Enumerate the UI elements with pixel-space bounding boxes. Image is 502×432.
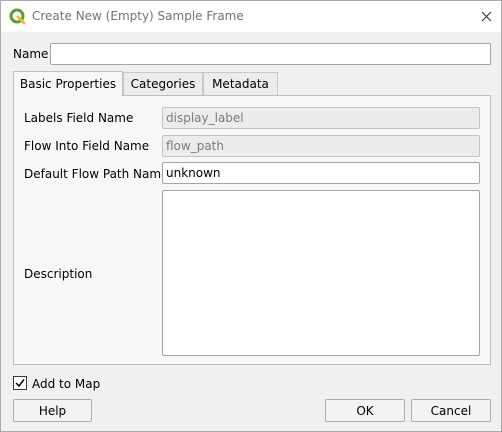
tab-metadata[interactable]: Metadata xyxy=(203,72,278,95)
qgis-logo-icon xyxy=(9,8,26,25)
tab-categories[interactable]: Categories xyxy=(123,72,203,95)
cancel-button-label: Cancel xyxy=(430,403,472,418)
help-button[interactable]: Help xyxy=(13,399,92,422)
ok-button[interactable]: OK xyxy=(325,399,405,422)
default-flow-path-label: Default Flow Path Name xyxy=(24,167,169,181)
cancel-button[interactable]: Cancel xyxy=(411,399,491,422)
tab-label: Basic Properties xyxy=(19,77,117,91)
title-bar: Create New (Empty) Sample Frame xyxy=(1,1,501,32)
labels-field-input: display_label xyxy=(162,107,480,129)
description-textarea[interactable] xyxy=(162,190,480,356)
add-to-map-checkbox[interactable] xyxy=(13,376,27,390)
add-to-map-label[interactable]: Add to Map xyxy=(32,377,100,391)
tab-basic-properties[interactable]: Basic Properties xyxy=(13,71,123,96)
tab-label: Categories xyxy=(130,77,196,91)
name-input[interactable] xyxy=(50,43,491,65)
flow-into-field-label: Flow Into Field Name xyxy=(24,139,150,153)
ok-button-label: OK xyxy=(356,403,374,418)
description-label: Description xyxy=(24,267,93,281)
name-label: Name xyxy=(13,47,49,61)
help-button-label: Help xyxy=(38,403,67,418)
checkmark-icon xyxy=(15,379,25,388)
tab-label: Metadata xyxy=(212,77,269,91)
dialog-window: Create New (Empty) Sample Frame Name Bas… xyxy=(0,0,502,432)
window-title: Create New (Empty) Sample Frame xyxy=(32,9,244,23)
labels-field-label: Labels Field Name xyxy=(24,111,134,125)
close-button[interactable] xyxy=(471,1,501,32)
flow-into-field-input: flow_path xyxy=(162,135,480,157)
close-icon xyxy=(481,11,491,22)
default-flow-path-input[interactable]: unknown xyxy=(162,162,480,184)
